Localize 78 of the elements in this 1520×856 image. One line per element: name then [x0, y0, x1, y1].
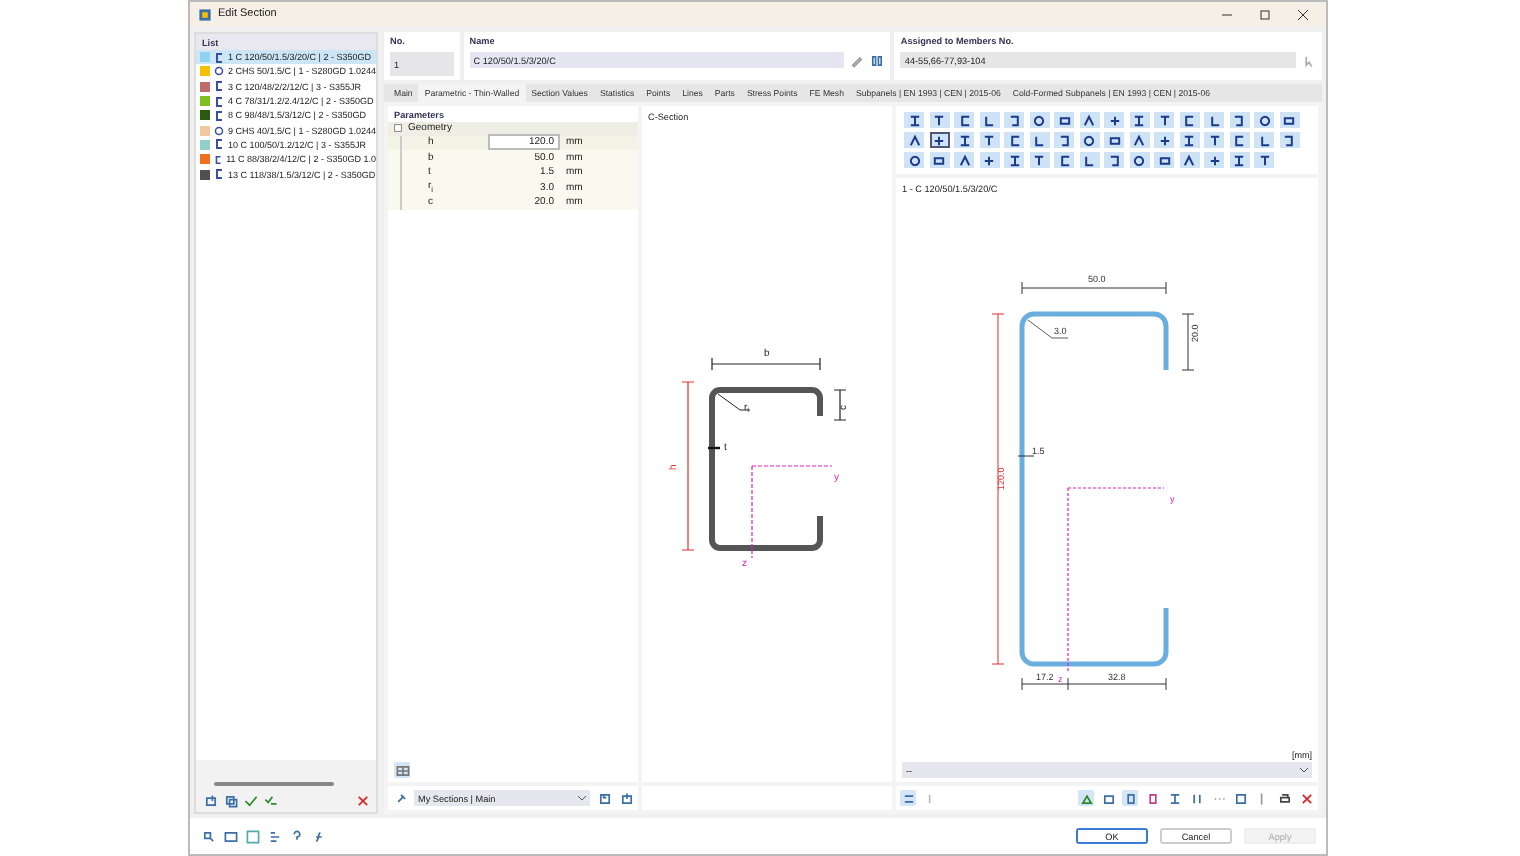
angle-section-icon[interactable]	[979, 112, 999, 128]
library-icon[interactable]	[868, 52, 885, 68]
app-icon	[198, 7, 212, 21]
caret-icon	[1300, 767, 1308, 773]
cross-section-icon[interactable]	[1204, 152, 1224, 168]
minimize-icon	[1221, 9, 1231, 19]
z-section-icon[interactable]	[1104, 152, 1124, 168]
frame-icon[interactable]	[1100, 790, 1116, 806]
t-section-icon[interactable]	[1254, 152, 1274, 168]
tube-section-icon	[214, 66, 224, 77]
cross-section-icon[interactable]	[979, 152, 999, 168]
scrollbar[interactable]	[214, 782, 334, 786]
c-section-icon[interactable]	[1004, 132, 1024, 148]
z-section-icon[interactable]	[1229, 112, 1249, 128]
triangle-section-icon[interactable]	[1079, 112, 1099, 128]
leader-line	[717, 392, 751, 410]
z-section-icon[interactable]	[1279, 132, 1299, 148]
leader-line	[1026, 318, 1068, 338]
t-section-icon[interactable]	[1204, 132, 1224, 148]
t-section-icon[interactable]	[979, 132, 999, 148]
circle-section-icon[interactable]	[904, 152, 924, 168]
new-section-icon[interactable]	[202, 792, 218, 808]
box-section-icon[interactable]	[1054, 112, 1074, 128]
triangle-section-icon[interactable]	[904, 132, 924, 148]
t-section-icon[interactable]	[1154, 112, 1174, 128]
tube-section-icon	[214, 125, 224, 136]
c-section-icon[interactable]	[1229, 132, 1249, 148]
box-section-icon[interactable]	[1104, 132, 1124, 148]
circle-section-icon[interactable]	[1129, 152, 1149, 168]
edit-icon[interactable]	[848, 52, 865, 68]
angle-section-icon[interactable]	[1254, 132, 1274, 148]
axis-drawing	[751, 464, 833, 558]
lip-dimension	[833, 388, 847, 420]
c-section-icon[interactable]	[1179, 112, 1199, 128]
c-section-icon	[214, 51, 224, 64]
circle-section-icon[interactable]	[1029, 112, 1049, 128]
load-icon[interactable]	[618, 790, 634, 806]
caret-icon	[578, 795, 586, 801]
triangle-section-icon[interactable]	[1179, 152, 1199, 168]
thickness-marker	[708, 445, 720, 449]
angle-section-icon[interactable]	[1079, 152, 1099, 168]
save-icon[interactable]	[596, 790, 612, 806]
search-icon[interactable]	[200, 828, 216, 844]
cross-section-icon[interactable]	[1154, 132, 1174, 148]
circle-section-icon[interactable]	[1254, 112, 1274, 128]
angle-section-icon[interactable]	[1204, 112, 1224, 128]
print-icon[interactable]	[1276, 790, 1292, 806]
box-section-icon[interactable]	[1279, 112, 1299, 128]
maximize-icon	[1259, 9, 1269, 19]
circle-section-icon[interactable]	[1079, 132, 1099, 148]
lip-dimension	[1180, 312, 1194, 370]
color-box-icon[interactable]	[244, 828, 260, 844]
close-icon	[1297, 9, 1307, 19]
delete-icon[interactable]	[354, 792, 370, 808]
cross-section-icon[interactable]	[1104, 112, 1124, 128]
z-section-icon[interactable]	[1054, 132, 1074, 148]
copy-icon[interactable]	[222, 792, 238, 808]
check-icon[interactable]	[242, 792, 258, 808]
thickness-marker	[1016, 454, 1034, 456]
cross-section-icon[interactable]	[929, 132, 949, 148]
angle-section-icon[interactable]	[1029, 132, 1049, 148]
tree-icon[interactable]	[266, 828, 282, 844]
triangle-section-icon[interactable]	[954, 152, 974, 168]
collapse-icon[interactable]	[394, 124, 402, 133]
triangle-section-icon[interactable]	[1129, 132, 1149, 148]
box-section-icon[interactable]	[929, 152, 949, 168]
box-section-icon[interactable]	[1154, 152, 1174, 168]
t-section-icon[interactable]	[1029, 152, 1049, 168]
c-section-icon[interactable]	[1054, 152, 1074, 168]
formula-icon[interactable]	[310, 828, 326, 844]
table-icon[interactable]	[394, 762, 410, 778]
width-dimension	[711, 356, 821, 370]
t-section-icon[interactable]	[929, 112, 949, 128]
c-section-icon[interactable]	[954, 112, 974, 128]
reset-icon[interactable]	[1298, 790, 1314, 806]
help-icon[interactable]	[288, 828, 304, 844]
check-list-icon[interactable]	[262, 792, 278, 808]
z-section-icon[interactable]	[1004, 112, 1024, 128]
